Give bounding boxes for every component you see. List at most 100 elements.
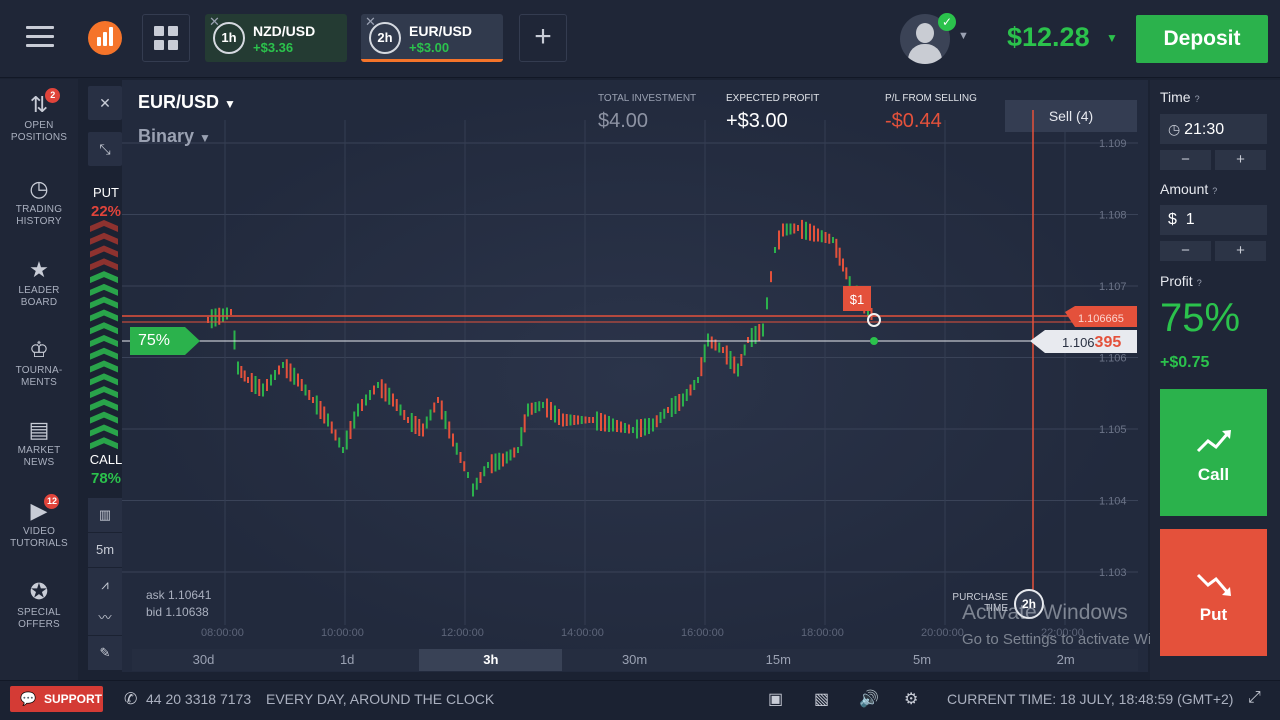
support-phone[interactable]: 44 20 3318 7173 xyxy=(146,691,251,707)
sidebar-item-tournaments[interactable]: ♔ TOURNA- MENTS xyxy=(0,335,78,389)
call-chevron xyxy=(90,424,118,437)
sidebar-item-open-positions[interactable]: ⇅ 2 OPEN POSITIONS xyxy=(0,88,78,144)
tab-pair-label: EUR/USD xyxy=(409,23,473,39)
price-candle xyxy=(538,401,541,412)
menu-icon[interactable] xyxy=(26,26,54,50)
price-candle xyxy=(334,429,337,441)
price-candle xyxy=(747,337,749,343)
price-candle xyxy=(250,373,253,392)
price-candle xyxy=(300,379,303,391)
price-candle xyxy=(483,466,486,477)
amount-plus-button[interactable]: + xyxy=(1215,241,1266,261)
candle-interval-button[interactable]: 5m xyxy=(88,533,122,567)
chart-type-icon[interactable]: ▥ xyxy=(88,498,122,532)
call-chevron xyxy=(90,360,118,373)
timeframe-30m[interactable]: 30m xyxy=(563,649,706,671)
profit-label-text: Profit xyxy=(1160,273,1193,289)
help-icon[interactable]: ? xyxy=(1212,186,1217,196)
price-candle xyxy=(207,317,209,323)
trendline-icon[interactable]: 〰 xyxy=(88,601,122,635)
asset-tab-eurusd[interactable]: ✕ 2h EUR/USD +$3.00 xyxy=(361,14,503,62)
timeframe-30d[interactable]: 30d xyxy=(132,649,275,671)
price-candle xyxy=(262,383,264,397)
chevron-down-icon[interactable]: ▼ xyxy=(1106,31,1118,45)
price-candle xyxy=(274,370,276,380)
support-availability: EVERY DAY, AROUND THE CLOCK xyxy=(266,691,495,707)
fullscreen-icon[interactable]: ⤢ xyxy=(1248,689,1261,707)
history-icon: ◷ xyxy=(29,176,49,201)
price-candle xyxy=(640,419,642,437)
price-candle xyxy=(365,394,367,406)
timeframe-3h[interactable]: 3h xyxy=(419,649,563,671)
amount-minus-button[interactable]: − xyxy=(1160,241,1211,261)
timeframe-5m[interactable]: 5m xyxy=(851,649,994,671)
pencil-icon[interactable]: ✎ xyxy=(88,636,122,670)
price-candle xyxy=(327,413,329,427)
support-label: SUPPORT xyxy=(44,692,103,706)
profit-label: Profit? xyxy=(1160,273,1202,289)
price-candle xyxy=(710,336,713,349)
price-candle xyxy=(254,376,257,394)
sidebar-item-video-tutorials[interactable]: ▶ 12 VIDEO TUTORIALS xyxy=(0,494,78,550)
settings-gear-icon[interactable]: ⚙ xyxy=(904,689,918,709)
chart-area[interactable]: 1.109 1.108 1.107 1.106 1.105 1.104 1.103 08:00… xyxy=(122,80,1148,672)
asset-selector[interactable]: EUR/USD ▼ xyxy=(138,92,236,113)
asset-tab-nzdusd[interactable]: ✕ 1h NZD/USD +$3.36 xyxy=(205,14,347,62)
price-candle xyxy=(832,237,834,243)
call-chevron xyxy=(90,309,118,322)
price-candle xyxy=(678,394,681,411)
price-candle xyxy=(774,247,776,253)
leaderboard-icon: ★ xyxy=(29,257,49,282)
price-candle xyxy=(342,447,344,453)
indicator-icon[interactable]: ⩘ xyxy=(88,568,122,602)
asset-name: EUR/USD xyxy=(138,92,220,112)
timeframe-1d[interactable]: 1d xyxy=(276,649,419,671)
close-chart-button[interactable]: ✕ xyxy=(88,86,122,120)
sell-button[interactable]: Sell (4) xyxy=(1005,100,1137,132)
sidebar-item-special-offers[interactable]: ✪ SPECIAL OFFERS xyxy=(0,577,78,631)
layout-icon[interactable]: ▣ xyxy=(768,689,783,709)
timeframe-15m[interactable]: 15m xyxy=(707,649,850,671)
help-icon[interactable]: ? xyxy=(1197,278,1202,288)
sentiment-bar xyxy=(90,220,118,450)
chevron-down-icon[interactable]: ▼ xyxy=(958,30,969,42)
amount-field[interactable]: $ 1 xyxy=(1160,205,1267,235)
call-chevron xyxy=(90,322,118,335)
logo-icon[interactable] xyxy=(88,21,122,55)
add-asset-button[interactable]: + xyxy=(519,14,567,62)
price-candle xyxy=(743,344,746,356)
put-button[interactable]: Put xyxy=(1160,529,1267,656)
sidebar-item-label: TOURNA- xyxy=(15,365,63,376)
balance-amount[interactable]: $12.28 xyxy=(1007,22,1090,53)
help-icon[interactable]: ? xyxy=(1195,94,1200,104)
sidebar-item-trading-history[interactable]: ◷ TRADING HISTORY xyxy=(0,174,78,228)
price-candle xyxy=(652,418,654,432)
collapse-icon[interactable]: ⤡ xyxy=(88,132,122,166)
deposit-button[interactable]: Deposit xyxy=(1136,15,1268,63)
price-candle xyxy=(565,414,568,426)
support-button[interactable]: 💬 SUPPORT xyxy=(10,686,103,712)
timeframe-2m[interactable]: 2m xyxy=(994,649,1137,671)
sidebar-item-leaderboard[interactable]: ★ LEADER BOARD xyxy=(0,255,78,309)
time-field[interactable]: ◷ 21:30 xyxy=(1160,114,1267,144)
time-plus-button[interactable]: + xyxy=(1215,150,1266,170)
layout-grid-button[interactable] xyxy=(142,14,190,62)
phone-icon: ✆ xyxy=(124,691,138,708)
price-candle xyxy=(237,361,239,375)
option-type-selector[interactable]: Binary ▼ xyxy=(138,126,211,147)
time-minus-button[interactable]: − xyxy=(1160,150,1211,170)
deal-amount-label[interactable]: $1 xyxy=(843,292,871,307)
price-candle xyxy=(754,326,757,344)
price-candle xyxy=(644,418,646,436)
price-candle xyxy=(323,406,326,424)
sidebar-item-market-news[interactable]: ▤ MARKET NEWS xyxy=(0,415,78,469)
sidebar-item-label: MARKET xyxy=(17,445,61,456)
call-chevron xyxy=(90,296,118,309)
verified-check-icon: ✓ xyxy=(938,13,956,31)
call-button[interactable]: Call xyxy=(1160,389,1267,516)
price-chart[interactable]: 1.109 1.108 1.107 1.106 1.105 1.104 1.103 08:00… xyxy=(122,80,1148,672)
deal-price-label: 1.106665 xyxy=(1078,313,1124,325)
clock-icon: ◷ xyxy=(1168,121,1185,137)
sound-icon[interactable]: 🔊 xyxy=(859,689,879,709)
bookmark-icon[interactable]: ▧ xyxy=(814,689,829,709)
